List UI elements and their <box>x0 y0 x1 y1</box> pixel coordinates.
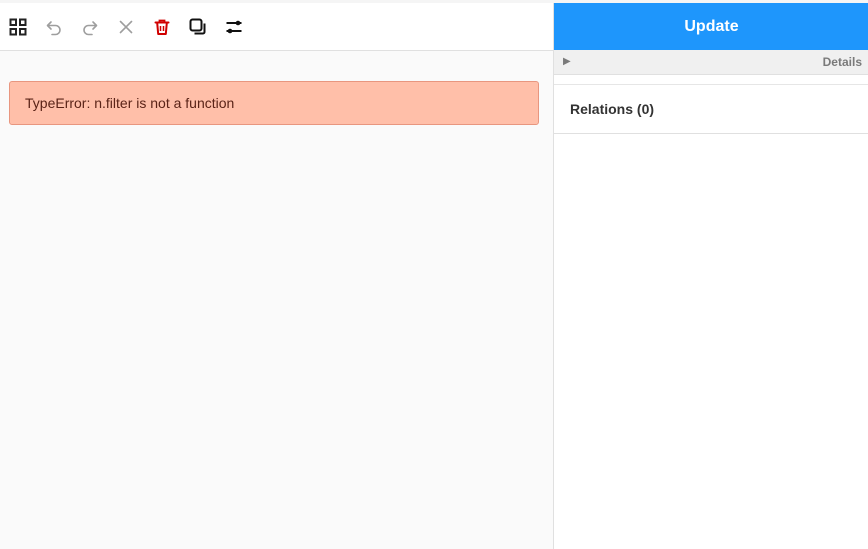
relations-label: Relations (0) <box>570 101 655 117</box>
update-button[interactable]: Update <box>554 3 868 50</box>
undo-button[interactable] <box>42 15 66 39</box>
delete-icon <box>154 19 170 35</box>
toggle-settings-icon <box>226 20 242 34</box>
expand-arrow-icon: ▶ <box>563 56 571 67</box>
redo-button[interactable] <box>78 15 102 39</box>
toggle-settings-button[interactable] <box>222 15 246 39</box>
copy-icon <box>189 18 206 35</box>
close-button[interactable] <box>114 15 138 39</box>
relations-section[interactable]: Relations (0) <box>554 85 868 134</box>
copy-button[interactable] <box>186 15 210 39</box>
toolbar <box>0 3 553 51</box>
editor-pane: TypeError: n.filter is not a function <box>0 3 553 549</box>
close-icon <box>119 20 133 34</box>
details-label: Details <box>822 55 862 69</box>
app-window: TypeError: n.filter is not a function Up… <box>0 0 868 549</box>
undo-icon <box>46 21 61 36</box>
grid-view-icon <box>9 18 27 36</box>
delete-button[interactable] <box>150 15 174 39</box>
properties-panel: Update ▶ Details Relations (0) <box>553 3 868 549</box>
redo-icon <box>83 21 98 36</box>
details-toggle[interactable]: ▶ Details <box>554 50 868 75</box>
error-message: TypeError: n.filter is not a function <box>9 81 539 125</box>
grid-view-button[interactable] <box>6 15 30 39</box>
